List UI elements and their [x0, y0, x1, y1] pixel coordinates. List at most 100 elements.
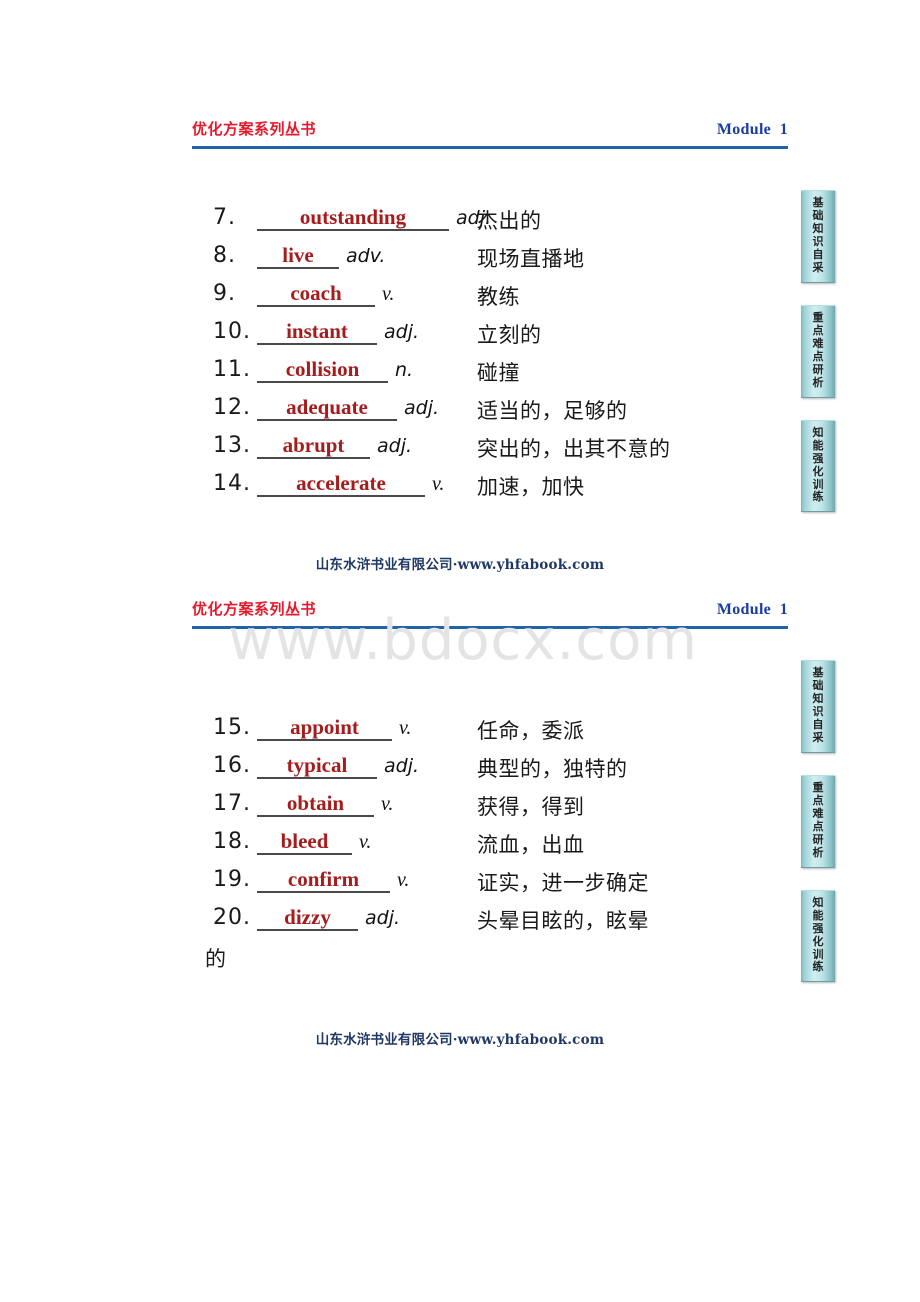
side-tab-char: 知 — [812, 221, 824, 235]
vocab-list-page-1: 7. outstanding adj. 杰出的 8. live adv. 现场直… — [213, 205, 788, 509]
side-tab-char: 化 — [812, 464, 824, 478]
side-tab-char: 能 — [812, 908, 824, 922]
entry-definition: 任命，委派 — [477, 719, 585, 743]
entry-number: 14. — [213, 471, 251, 496]
entry-number: 19. — [213, 867, 251, 892]
header-brand: 优化方案系列丛书 — [192, 600, 317, 618]
entry-number: 17. — [213, 791, 251, 816]
page-footer: 山东水浒书业有限公司·www.yhfabook.com — [315, 557, 605, 573]
entry-definition-overflow: 的 — [205, 947, 227, 971]
entry-answer-blank[interactable]: dizzy — [257, 906, 358, 932]
side-tab-char: 点 — [812, 323, 824, 337]
side-tabs-page-1: 基 础 知 识 自 采 重 点 难 点 研 析 知 能 强 化 训 练 — [801, 190, 841, 534]
entry-number: 16. — [213, 753, 251, 778]
side-tab-char: 础 — [812, 678, 824, 692]
entry-answer-blank[interactable]: confirm — [257, 868, 390, 894]
side-tab-char: 采 — [812, 260, 824, 274]
entry-definition: 适当的，足够的 — [477, 399, 628, 423]
entry-definition: 典型的，独特的 — [477, 757, 628, 781]
entry-part-of-speech: adj. — [384, 755, 420, 777]
side-tab-char: 础 — [812, 208, 824, 222]
vocab-entry: 14. accelerate v. 加速，加快 — [213, 471, 788, 509]
vocab-entry: 20. dizzy adj. 头晕目眩的，眩晕 — [213, 905, 788, 943]
entry-answer-blank[interactable]: collision — [257, 358, 388, 384]
entry-answer-blank[interactable]: bleed — [257, 830, 352, 856]
header-row: 优化方案系列丛书 Module 1 — [192, 598, 788, 624]
header-row: 优化方案系列丛书 Module 1 — [192, 118, 788, 144]
side-tab-char: 能 — [812, 438, 824, 452]
side-tab-char: 点 — [812, 349, 824, 363]
entry-answer-blank[interactable]: accelerate — [257, 472, 425, 498]
side-tab-char: 研 — [812, 362, 824, 376]
side-tab-char: 自 — [812, 717, 824, 731]
side-tab-char: 强 — [812, 451, 824, 465]
vocab-entry: 15. appoint v. 任命，委派 — [213, 715, 788, 753]
entry-part-of-speech: adj. — [384, 321, 420, 343]
entry-definition: 立刻的 — [477, 323, 542, 347]
side-tab-key-points[interactable]: 重 点 难 点 研 析 — [801, 774, 835, 868]
entry-answer-blank[interactable]: abrupt — [257, 434, 370, 460]
vocab-entry: 12. adequate adj. 适当的，足够的 — [213, 395, 788, 433]
entry-definition: 突出的，出其不意的 — [477, 437, 671, 461]
entry-part-of-speech: v. — [399, 717, 412, 739]
vocab-entry: 11. collision n. 碰撞 — [213, 357, 788, 395]
vocab-entry: 8. live adv. 现场直播地 — [213, 243, 788, 281]
side-tab-char: 化 — [812, 934, 824, 948]
entry-definition: 头晕目眩的，眩晕 — [477, 909, 649, 933]
entry-definition: 流血，出血 — [477, 833, 585, 857]
side-tab-foundation[interactable]: 基 础 知 识 自 采 — [801, 190, 835, 283]
entry-answer-blank[interactable]: appoint — [257, 716, 392, 742]
entry-part-of-speech: adj. — [365, 907, 401, 929]
entry-answer-blank[interactable]: instant — [257, 320, 377, 346]
entry-number: 12. — [213, 395, 251, 420]
side-tabs-page-2: 基 础 知 识 自 采 重 点 难 点 研 析 知 能 强 化 训 练 — [801, 660, 841, 1004]
header-brand: 优化方案系列丛书 — [192, 120, 317, 138]
entry-definition: 获得，得到 — [477, 795, 585, 819]
entry-answer-blank[interactable]: coach — [257, 282, 375, 308]
side-tab-char: 点 — [812, 819, 824, 833]
side-tab-char: 点 — [812, 793, 824, 807]
entry-definition: 碰撞 — [477, 361, 520, 385]
header-module-label: Module 1 — [716, 601, 788, 618]
side-tab-char: 析 — [812, 845, 824, 859]
entry-number: 11. — [213, 357, 251, 382]
entry-number: 15. — [213, 715, 251, 740]
side-tab-char: 知 — [812, 425, 824, 439]
vocab-entry: 19. confirm v. 证实，进一步确定 — [213, 867, 788, 905]
page-1: 优化方案系列丛书 Module 1 7. outstanding adj. 杰出… — [0, 0, 920, 580]
side-tab-char: 练 — [812, 960, 824, 974]
side-tab-training[interactable]: 知 能 强 化 训 练 — [801, 419, 835, 513]
side-tab-training[interactable]: 知 能 强 化 训 练 — [801, 889, 835, 983]
entry-part-of-speech: adj. — [377, 435, 413, 457]
page-header: 优化方案系列丛书 Module 1 — [192, 598, 788, 629]
side-tab-char: 析 — [812, 375, 824, 389]
entry-part-of-speech: v. — [359, 831, 372, 853]
entry-part-of-speech: adj. — [404, 397, 440, 419]
vocab-entry: 10. instant adj. 立刻的 — [213, 319, 788, 357]
entry-number: 7. — [213, 205, 236, 230]
side-tab-key-points[interactable]: 重 点 难 点 研 析 — [801, 304, 835, 398]
entry-number: 18. — [213, 829, 251, 854]
side-tab-char: 重 — [812, 310, 824, 324]
entry-number: 20. — [213, 905, 251, 930]
vocab-entry: 16. typical adj. 典型的，独特的 — [213, 753, 788, 791]
side-tab-char: 识 — [812, 234, 824, 248]
side-tab-char: 难 — [812, 336, 824, 350]
entry-part-of-speech: v. — [432, 473, 445, 495]
vocab-entry: 18. bleed v. 流血，出血 — [213, 829, 788, 867]
entry-answer-blank[interactable]: live — [257, 244, 339, 270]
entry-answer-blank[interactable]: typical — [257, 754, 377, 780]
entry-answer-blank[interactable]: obtain — [257, 792, 374, 818]
entry-definition: 现场直播地 — [477, 247, 585, 271]
side-tab-char: 重 — [812, 780, 824, 794]
entry-definition: 教练 — [477, 285, 520, 309]
header-module-label: Module 1 — [716, 121, 788, 138]
side-tab-foundation[interactable]: 基 础 知 识 自 采 — [801, 660, 835, 753]
entry-part-of-speech: v. — [397, 869, 410, 891]
entry-answer-blank[interactable]: adequate — [257, 396, 397, 422]
entry-number: 9. — [213, 281, 236, 306]
entry-answer-blank[interactable]: outstanding — [257, 206, 449, 232]
page-header: 优化方案系列丛书 Module 1 — [192, 118, 788, 149]
vocab-entry: 13. abrupt adj. 突出的，出其不意的 — [213, 433, 788, 471]
vocab-entry: 17. obtain v. 获得，得到 — [213, 791, 788, 829]
